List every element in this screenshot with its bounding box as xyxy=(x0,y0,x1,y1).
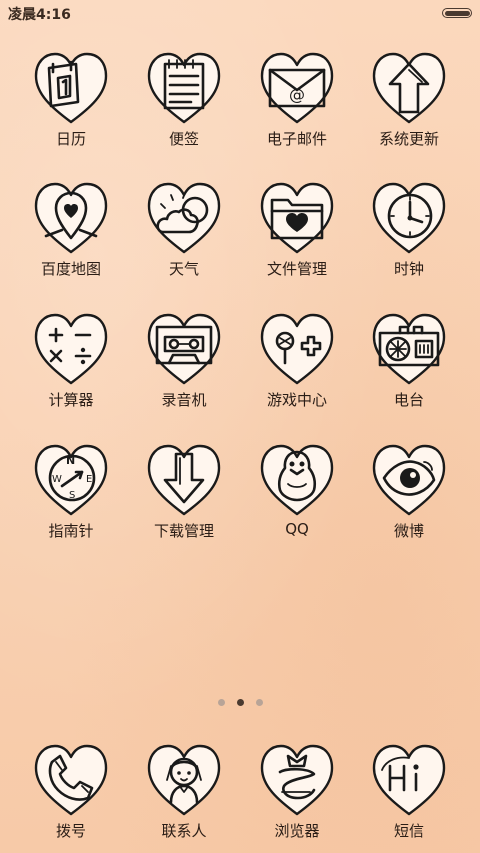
app-baidu-map[interactable]: 百度地图 xyxy=(11,178,131,288)
app-label: 短信 xyxy=(393,822,424,840)
app-label: 联系人 xyxy=(161,822,207,840)
app-label: 文件管理 xyxy=(266,260,327,278)
weather-icon xyxy=(145,178,223,256)
browser-icon xyxy=(258,740,336,818)
cassette-icon xyxy=(145,309,223,387)
app-label: 录音机 xyxy=(161,391,207,409)
page-dot-1[interactable] xyxy=(217,699,225,706)
status-time: 凌晨4:16 xyxy=(8,7,71,23)
app-weibo[interactable]: 微博 xyxy=(349,440,469,550)
email-icon: @ xyxy=(258,48,336,126)
status-bar: 凌晨4:16 xyxy=(0,0,480,26)
radio-icon xyxy=(370,309,448,387)
app-label: 游戏中心 xyxy=(266,391,327,409)
app-qq[interactable]: QQ xyxy=(237,440,357,550)
app-clock[interactable]: 时钟 xyxy=(349,178,469,288)
app-label: 浏览器 xyxy=(274,822,320,840)
update-arrow-icon xyxy=(370,48,448,126)
app-weather[interactable]: 天气 xyxy=(124,178,244,288)
compass-icon: N E S W xyxy=(32,440,110,518)
penguin-icon xyxy=(258,440,336,518)
sms-hi-icon xyxy=(370,740,448,818)
dock-browser[interactable]: 浏览器 xyxy=(237,740,357,850)
app-label: 电台 xyxy=(393,391,424,409)
app-radio[interactable]: 电台 xyxy=(349,309,469,419)
app-label: 微博 xyxy=(393,522,424,540)
app-download-manager[interactable]: 下载管理 xyxy=(124,440,244,550)
app-email[interactable]: @ 电子邮件 xyxy=(237,48,357,158)
phone-icon xyxy=(32,740,110,818)
dock-contacts[interactable]: 联系人 xyxy=(124,740,244,850)
app-compass[interactable]: N E S W 指南针 xyxy=(11,440,131,550)
app-label: 时钟 xyxy=(393,260,424,278)
app-label: QQ xyxy=(285,520,309,538)
app-game-center[interactable]: 游戏中心 xyxy=(237,309,357,419)
page-dot-2[interactable] xyxy=(236,699,244,706)
app-label: 电子邮件 xyxy=(266,130,327,148)
app-label: 百度地图 xyxy=(40,260,101,278)
battery-icon xyxy=(442,8,472,18)
folder-icon xyxy=(258,178,336,256)
app-recorder[interactable]: 录音机 xyxy=(124,309,244,419)
app-calendar[interactable]: 日历 xyxy=(11,48,131,158)
app-label: 计算器 xyxy=(48,391,94,409)
contact-icon xyxy=(145,740,223,818)
weibo-eye-icon xyxy=(370,440,448,518)
svg-text:N: N xyxy=(66,454,75,467)
download-icon xyxy=(145,440,223,518)
app-label: 日历 xyxy=(55,130,86,148)
app-label: 下载管理 xyxy=(153,522,214,540)
dock-phone[interactable]: 拨号 xyxy=(11,740,131,850)
app-label: 指南针 xyxy=(48,522,94,540)
app-system-update[interactable]: 系统更新 xyxy=(349,48,469,158)
app-label: 便签 xyxy=(168,130,199,148)
calendar-icon xyxy=(32,48,110,126)
svg-text:E: E xyxy=(86,474,92,485)
notepad-icon xyxy=(145,48,223,126)
app-label: 系统更新 xyxy=(378,130,439,148)
dock-sms[interactable]: 短信 xyxy=(349,740,469,850)
app-label: 拨号 xyxy=(55,822,86,840)
page-dot-3[interactable] xyxy=(255,699,263,706)
clock-icon xyxy=(370,178,448,256)
page-indicator[interactable] xyxy=(0,699,480,709)
app-label: 天气 xyxy=(168,260,199,278)
app-calculator[interactable]: 计算器 xyxy=(11,309,131,419)
app-file-manager[interactable]: 文件管理 xyxy=(237,178,357,288)
calculator-icon xyxy=(32,309,110,387)
svg-text:@: @ xyxy=(289,85,305,104)
svg-text:S: S xyxy=(69,490,75,501)
map-pin-icon xyxy=(32,178,110,256)
svg-text:W: W xyxy=(52,474,62,485)
app-notepad[interactable]: 便签 xyxy=(124,48,244,158)
gamepad-icon xyxy=(258,309,336,387)
